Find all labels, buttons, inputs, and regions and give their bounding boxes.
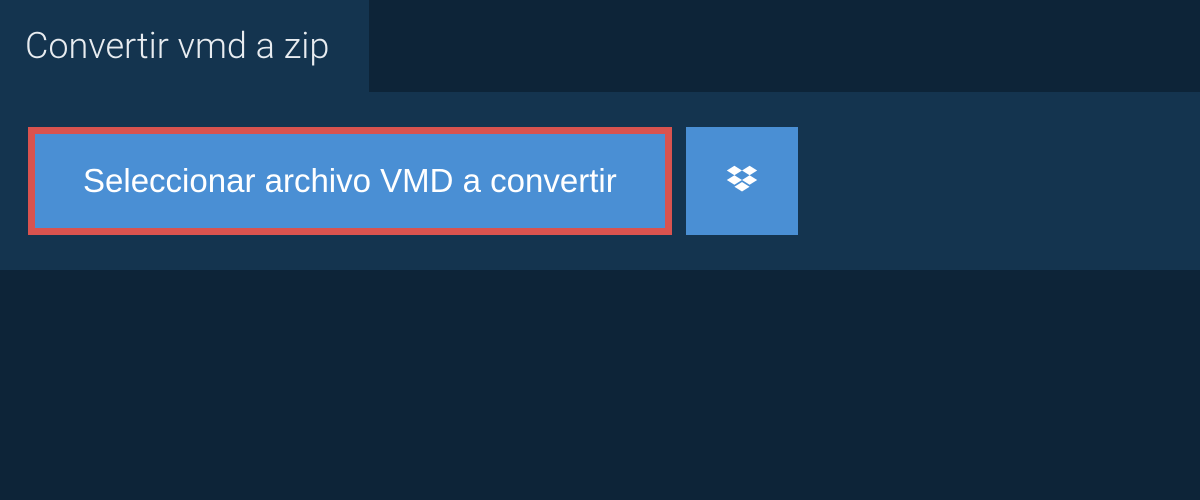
page-title: Convertir vmd a zip: [25, 25, 329, 67]
dropbox-button[interactable]: [686, 127, 798, 235]
select-file-label: Seleccionar archivo VMD a convertir: [83, 162, 617, 199]
select-file-highlight: Seleccionar archivo VMD a convertir: [28, 127, 672, 235]
dropbox-icon: [723, 162, 761, 200]
button-row: Seleccionar archivo VMD a convertir: [28, 127, 1172, 235]
select-file-button[interactable]: Seleccionar archivo VMD a convertir: [35, 134, 665, 228]
page-title-tab: Convertir vmd a zip: [0, 0, 369, 92]
converter-panel: Seleccionar archivo VMD a convertir: [0, 92, 1200, 270]
